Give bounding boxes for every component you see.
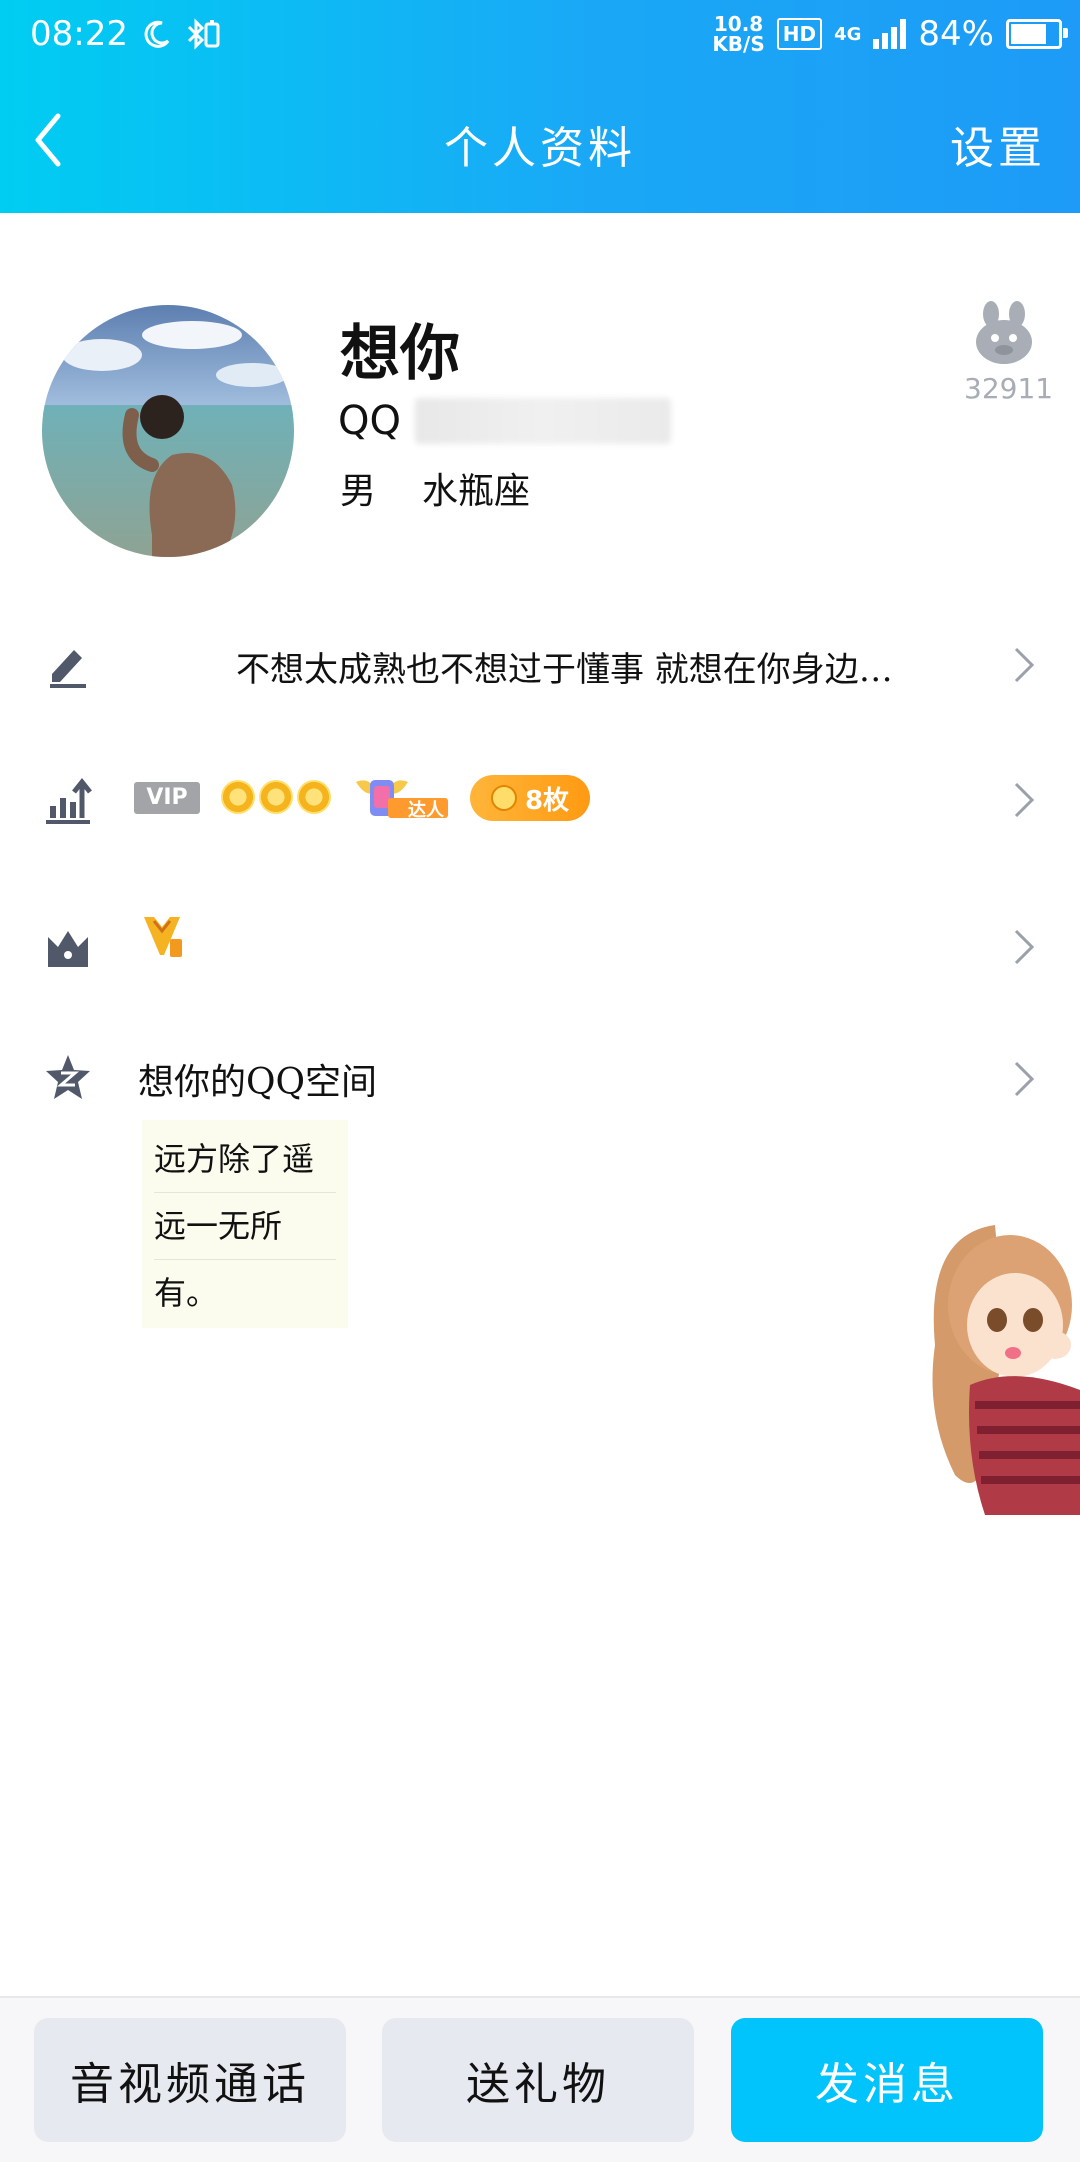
- bottom-action-bar: 音视频通话 送礼物 发消息: [0, 1996, 1080, 2162]
- status-bar-right: 10.8 KB/S HD 4G 84%: [712, 12, 1068, 56]
- qzone-title: 想你的QQ空间: [138, 1062, 378, 1103]
- v1-badge-icon: [144, 917, 182, 957]
- profile-name: 想你: [340, 319, 460, 389]
- battery-percent: 84%: [918, 14, 994, 54]
- talent-label: 达人: [408, 800, 444, 821]
- sun-level-icon: [221, 780, 255, 814]
- network-type: 4G: [834, 23, 862, 45]
- privilege-row[interactable]: [0, 905, 1080, 985]
- pet-icon: [976, 301, 1032, 364]
- settings-button[interactable]: 设置: [950, 112, 1046, 176]
- talent-badge: 达人: [346, 772, 450, 821]
- moon-icon: [144, 20, 170, 48]
- zodiac: 水瓶座: [422, 471, 531, 512]
- qzone-star-icon: [46, 1055, 90, 1099]
- medal-count: 8枚: [524, 785, 570, 816]
- pet-widget[interactable]: 32911: [964, 300, 1054, 405]
- video-call-button[interactable]: 音视频通话: [34, 2018, 346, 2142]
- avatar[interactable]: [42, 305, 294, 557]
- note-line: 远方除了遥: [154, 1126, 336, 1193]
- status-bar-left: 08:22: [30, 14, 222, 54]
- send-gift-button[interactable]: 送礼物: [382, 2018, 694, 2142]
- status-time: 08:22: [30, 14, 128, 54]
- send-message-button[interactable]: 发消息: [731, 2018, 1043, 2142]
- chevron-right-icon: [1014, 929, 1035, 965]
- medal-icon: [490, 785, 517, 811]
- qq-label: QQ: [338, 398, 401, 444]
- battery-icon: [1006, 19, 1068, 49]
- page-title: 个人资料: [444, 123, 636, 174]
- gender-zodiac-row: 男 水瓶座: [340, 462, 530, 514]
- header: 08:22 10.8 KB/S HD 4G 84% 个人资料 设置: [0, 0, 1080, 213]
- crown-bag-icon: [48, 931, 88, 967]
- note-line: 远一无所: [154, 1193, 336, 1260]
- sun-level-icon: [259, 780, 293, 814]
- redacted-qq-number: [414, 398, 671, 444]
- hd-badge: HD: [776, 18, 823, 50]
- chevron-right-icon: [1014, 647, 1035, 683]
- sun-level-icon: [297, 780, 331, 814]
- medal-badge: 8枚: [470, 775, 590, 821]
- level-chart-icon: [46, 777, 92, 824]
- chevron-right-icon: [1014, 782, 1035, 818]
- note-line: 有。: [154, 1274, 219, 1312]
- qq-number-row: QQ: [338, 398, 671, 444]
- signal-icon: [873, 19, 907, 49]
- signature-row[interactable]: 不想太成熟也不想过于懂事 就想在你身边…: [0, 630, 1080, 700]
- vip-badge: VIP: [134, 782, 200, 814]
- decorative-character: [915, 1215, 1080, 1515]
- bluetooth-battery-icon: [187, 18, 220, 50]
- network-speed: 10.8 KB/S: [712, 12, 765, 56]
- signature-text: 不想太成熟也不想过于懂事 就想在你身边…: [236, 650, 893, 690]
- qzone-note[interactable]: 远方除了遥 远一无所 有。: [142, 1120, 348, 1328]
- pet-count: 32911: [964, 372, 1054, 405]
- edit-pencil-icon: [50, 650, 86, 688]
- gender: 男: [340, 471, 377, 512]
- chevron-right-icon: [1014, 1061, 1035, 1097]
